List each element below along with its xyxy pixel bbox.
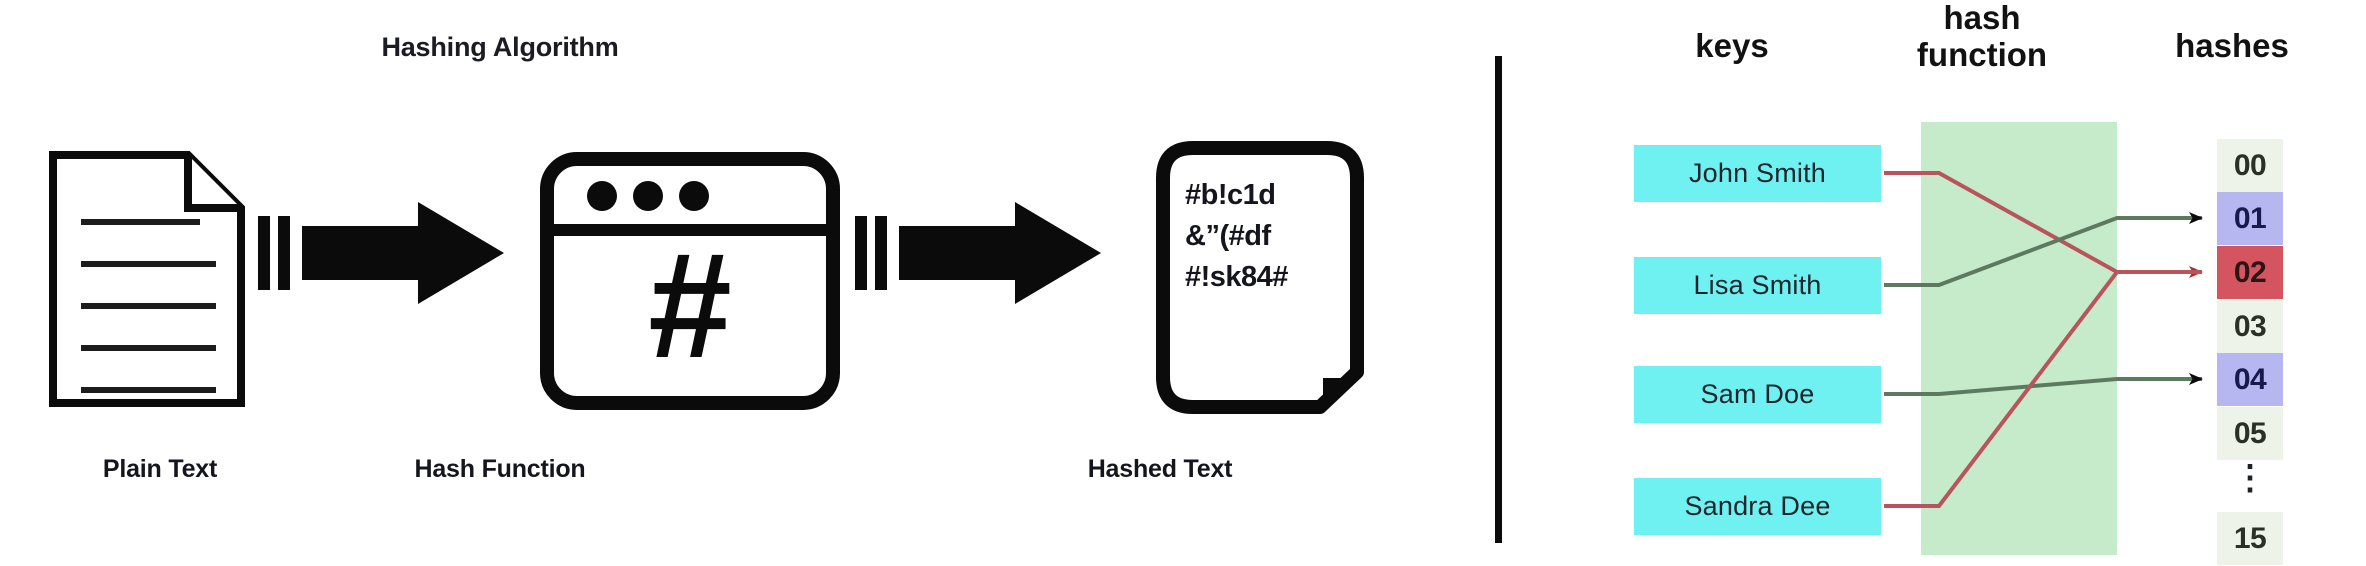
hashed-line-3: #!sk84# [1185, 261, 1288, 294]
column-header-hash-function-line1: hash [1943, 0, 2021, 36]
hash-slot-15[interactable]: 15 [2217, 512, 2283, 565]
svg-text:#: # [648, 221, 731, 389]
hash-table-panel: keys hash function hashes John Smith Lis… [1502, 0, 2366, 566]
document-icon [48, 150, 246, 408]
hashing-pipeline-panel: Hashing Algorithm # #b!c1d &”(#df #!sk84… [0, 0, 1460, 566]
hash-function-band [1921, 122, 2117, 555]
caption-hash-function: Hash Function [414, 455, 586, 483]
key-box-sandra-dee[interactable]: Sandra Dee [1634, 478, 1881, 535]
flow-arrow-icon-2 [855, 198, 1105, 308]
key-box-john-smith[interactable]: John Smith [1634, 145, 1881, 202]
key-label: Sam Doe [1700, 379, 1815, 409]
key-box-sam-doe[interactable]: Sam Doe [1634, 366, 1881, 423]
panel-divider [1495, 56, 1502, 543]
column-header-hash-function-line2: function [1916, 35, 2048, 73]
hashed-line-2: &”(#df [1185, 220, 1271, 253]
hash-slot-ellipsis: ⋮ [2233, 459, 2267, 498]
column-header-hashes: hashes [2175, 27, 2289, 64]
hash-window-icon: # [540, 152, 840, 410]
hashing-diagram: Hashing Algorithm # #b!c1d &”(#df #!sk84… [0, 0, 2366, 566]
hash-slot-02[interactable]: 02 [2217, 246, 2283, 299]
hashed-text-content: #b!c1d &”(#df #!sk84# [1185, 175, 1345, 299]
key-label: Lisa Smith [1693, 270, 1822, 300]
caption-hashed-text: Hashed Text [1087, 455, 1233, 483]
hash-slot-01[interactable]: 01 [2217, 192, 2283, 245]
flow-arrow-icon [258, 198, 508, 308]
hashed-line-1: #b!c1d [1185, 179, 1276, 211]
key-label: Sandra Dee [1684, 491, 1831, 521]
hash-slot-05[interactable]: 05 [2217, 407, 2283, 460]
caption-plain-text: Plain Text [102, 455, 218, 483]
pipeline-title: Hashing Algorithm [381, 32, 619, 62]
key-label: John Smith [1688, 158, 1827, 188]
column-header-keys: keys [1695, 27, 1769, 64]
key-box-lisa-smith[interactable]: Lisa Smith [1634, 257, 1881, 314]
column-header-hash-function: hash function [1862, 0, 2102, 74]
hash-slot-04[interactable]: 04 [2217, 353, 2283, 406]
hash-slot-00[interactable]: 00 [2217, 139, 2283, 192]
hash-slot-03[interactable]: 03 [2217, 300, 2283, 353]
